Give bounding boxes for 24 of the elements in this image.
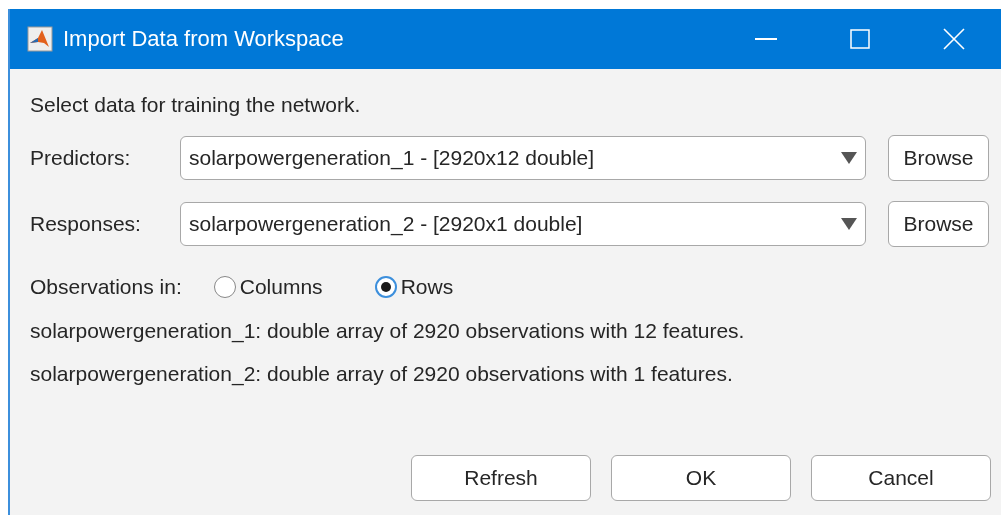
close-icon — [943, 28, 965, 50]
maximize-icon — [850, 29, 870, 49]
variable-dropdown[interactable]: solarpowergeneration_1 - [2920x12 double] — [180, 136, 866, 180]
caret-icon — [841, 218, 857, 230]
observations-label: Observations in: — [30, 275, 182, 299]
caret-icon — [841, 152, 857, 164]
minimize-icon — [755, 38, 777, 40]
app-logo-icon — [27, 26, 53, 52]
field-label: Predictors: — [30, 146, 132, 170]
radio-button[interactable] — [213, 276, 236, 298]
browse-button[interactable]: Browse — [888, 135, 989, 181]
window-title: Import Data from Workspace — [63, 26, 345, 52]
field-label: Responses: — [30, 212, 142, 236]
radio-label[interactable]: Columns — [239, 275, 323, 299]
dialog-button[interactable]: Cancel — [811, 455, 991, 501]
info-text: solarpowergeneration_1: double array of 2920 observations with 12 features. — [30, 319, 746, 343]
dialog-button[interactable]: Refresh — [411, 455, 591, 501]
info-text: solarpowergeneration_2: double array of 2920 observations with 1 features. — [30, 362, 734, 386]
radio-label[interactable]: Rows — [400, 275, 454, 299]
radio-button[interactable] — [374, 276, 397, 298]
variable-dropdown[interactable]: solarpowergeneration_2 - [2920x1 double] — [180, 202, 866, 246]
instruction-text: Select data for training the network. — [30, 93, 362, 117]
dialog-button[interactable]: OK — [611, 455, 791, 501]
browse-button[interactable]: Browse — [888, 201, 989, 247]
